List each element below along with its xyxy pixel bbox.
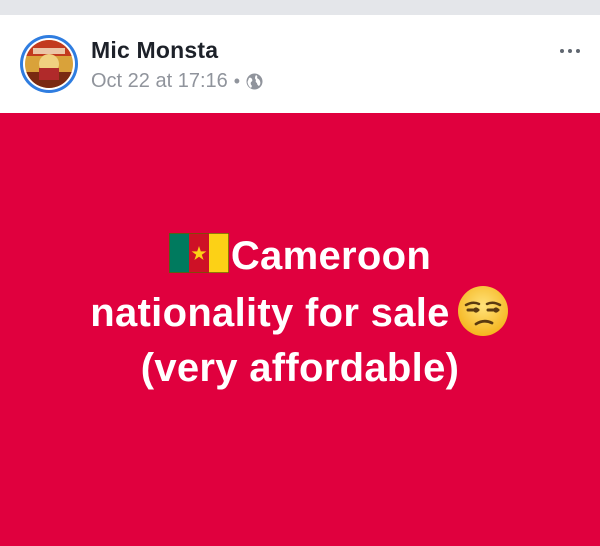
meta-separator: •	[233, 71, 241, 91]
globe-icon[interactable]	[246, 73, 263, 90]
avatar-image	[25, 40, 73, 88]
status-text: Cameroon nationality for sale (very affo…	[90, 229, 509, 396]
status-background-card: Cameroon nationality for sale (very affo…	[0, 113, 600, 546]
status-line-2: nationality for sale	[90, 284, 509, 341]
status-line-1-text: Cameroon	[230, 233, 432, 278]
top-divider	[0, 0, 600, 15]
more-dot	[568, 49, 572, 53]
more-dot	[576, 49, 580, 53]
unamused-face-icon	[456, 284, 510, 338]
author-name[interactable]: Mic Monsta	[91, 37, 218, 64]
post-header: Mic Monsta Oct 22 at 17:16 •	[0, 15, 600, 113]
avatar-frame	[23, 38, 75, 90]
avatar[interactable]	[20, 35, 78, 93]
more-dot	[560, 49, 564, 53]
status-line-3-text: (very affordable)	[140, 345, 460, 390]
status-line-1: Cameroon	[90, 229, 509, 284]
status-line-3: (very affordable)	[90, 341, 509, 396]
post-meta: Oct 22 at 17:16 •	[91, 70, 263, 93]
feed-post: Mic Monsta Oct 22 at 17:16 • Cameroon na…	[0, 15, 600, 546]
status-line-2-text: nationality for sale	[90, 290, 450, 335]
cameroon-flag-icon	[168, 231, 230, 274]
more-options-icon[interactable]	[554, 39, 586, 63]
post-timestamp[interactable]: Oct 22 at 17:16	[91, 70, 228, 93]
